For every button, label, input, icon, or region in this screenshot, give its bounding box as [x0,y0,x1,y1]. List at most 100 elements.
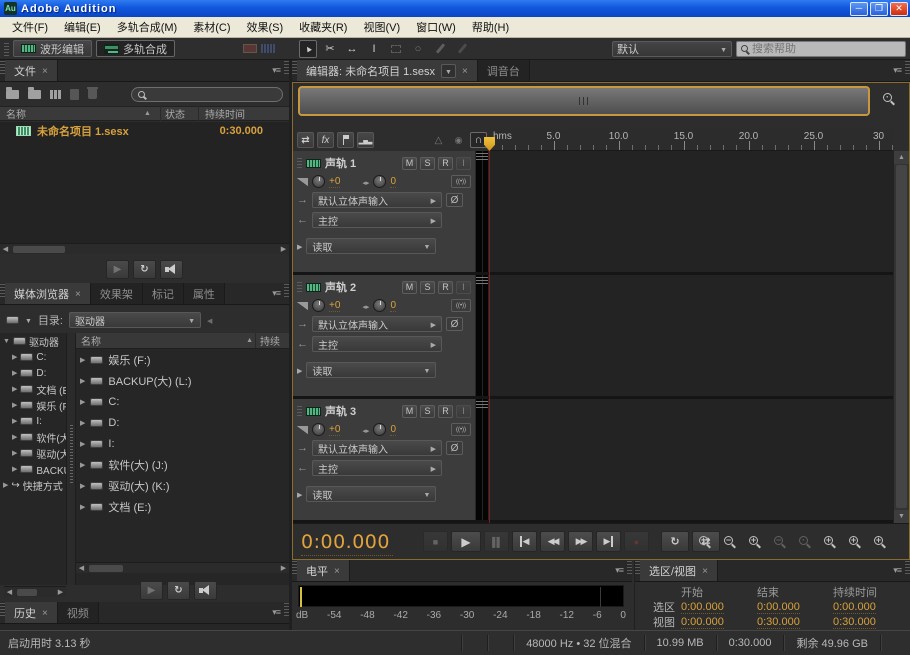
tree-drive-item[interactable]: ▶ 娱乐 (F:) [0,397,66,413]
eq-button[interactable] [357,132,374,148]
panel-menu-icon[interactable] [611,565,627,576]
auto-play-button[interactable] [160,260,183,279]
menu-item[interactable]: 多轨合成(M) [109,17,186,37]
panel-grip[interactable] [905,60,910,74]
maximize-button[interactable]: ❐ [870,2,888,16]
loop-preview-button[interactable] [133,260,156,279]
close-icon[interactable] [42,65,48,77]
effects-button[interactable]: fx [317,132,334,148]
mute-button[interactable]: M [402,405,417,418]
scroll-thumb[interactable] [89,565,123,572]
io-toggle-button[interactable] [297,132,314,148]
automation-mode-dropdown[interactable]: 读取 [306,362,436,378]
expander-icon[interactable]: ▶ [80,461,85,469]
tab-markers[interactable]: 标记 [143,283,184,304]
metronome-icon[interactable] [430,132,447,148]
output-dropdown[interactable]: 主控 [312,336,442,352]
tab-video[interactable]: 视频 [58,602,99,623]
input-monitor-button[interactable]: I [456,281,471,294]
tab-media-browser[interactable]: 媒体浏览器 [5,283,91,304]
record-arm-button[interactable]: R [438,281,453,294]
mute-button[interactable]: M [402,281,417,294]
scroll-right-icon[interactable]: ▶ [278,564,289,572]
zoom-out-selection-button[interactable] [772,534,788,550]
media-list-header[interactable]: 名称 ▲ 持续 [76,333,289,349]
expander-icon[interactable]: ▶ [12,385,17,393]
editor-dropdown-icon[interactable] [441,64,456,78]
input-dropdown[interactable]: 默认立体声输入 [312,440,442,456]
tab-editor[interactable]: 编辑器: 未命名项目 1.sesx [297,60,478,81]
expander-icon[interactable]: ▶ [80,398,85,406]
spectral-display-icon[interactable] [243,44,257,53]
workspace-dropdown[interactable]: 默认 [612,41,732,57]
files-h-scrollbar[interactable]: ◀ ▶ [0,243,289,254]
tree-drive-item[interactable]: ▶ 软件(大) (J:) [0,429,66,445]
panel-grip[interactable] [627,560,632,574]
track-name[interactable]: 声轨 3 [325,403,356,419]
column-duration[interactable]: 持续 [255,333,289,348]
waveform-edit-button[interactable]: 波形编辑 [13,40,92,57]
track-name[interactable]: 声轨 2 [325,279,356,295]
input-monitor-button[interactable]: I [456,405,471,418]
duration-value[interactable]: 0:00.000 [833,601,876,614]
expander-icon[interactable]: ▶ [3,481,8,489]
zoom-out-button[interactable] [722,534,738,550]
waveform-display-icon[interactable] [261,44,275,53]
file-row[interactable]: 未命名项目 1.sesx 0:30.000 [0,122,289,139]
files-search-box[interactable] [131,87,283,102]
fast-forward-button[interactable] [568,531,593,552]
heal-tool[interactable] [453,40,471,58]
drive-view-icon[interactable] [6,316,19,324]
drive-row[interactable]: ▶ 软件(大) (J:) [76,454,289,475]
skip-to-start-button[interactable] [512,531,537,552]
scroll-right-icon[interactable]: ▶ [55,588,66,596]
volume-value[interactable]: +0 [329,176,340,188]
editor-v-scrollbar[interactable]: ▲ ▼ [893,151,909,523]
expander-icon[interactable]: ▶ [12,465,17,473]
tree-shortcuts[interactable]: ▶ ↪ 快捷方式 [0,477,66,493]
tree-drive-item[interactable]: ▶ D: [0,365,66,381]
phase-button[interactable] [446,441,463,455]
lasso-tool[interactable]: ○ [409,40,427,58]
files-list-header[interactable]: 名称 ▲ 状态 持续时间 [0,106,289,121]
timeline-ruler[interactable]: hms 5.010.015.020.025.030 [489,129,893,151]
record-standby-icon[interactable] [450,132,467,148]
drive-row[interactable]: ▶ I: [76,433,289,454]
scroll-left-icon[interactable]: ◀ [0,245,11,253]
drive-row[interactable]: ▶ 文档 (E:) [76,496,289,517]
close-button[interactable]: ✕ [890,2,908,16]
play-button[interactable] [451,531,481,552]
track-lane[interactable] [489,275,893,396]
close-icon[interactable] [42,607,48,619]
close-icon[interactable] [702,565,708,577]
razor-tool[interactable]: ✂ [321,40,339,58]
drive-row[interactable]: ▶ D: [76,412,289,433]
scroll-left-icon[interactable]: ◀ [76,564,87,572]
panel-grip[interactable] [905,560,910,574]
track-grip[interactable] [297,282,302,292]
tab-effects-rack[interactable]: 效果架 [91,283,143,304]
menu-item[interactable]: 收藏夹(R) [291,17,355,37]
tree-drive-item[interactable]: ▶ I: [0,413,66,429]
column-status[interactable]: 状态 [160,106,198,121]
expander-icon[interactable]: ▶ [80,377,85,385]
expander-icon[interactable]: ▶ [12,353,17,361]
input-dropdown[interactable]: 默认立体声输入 [312,192,442,208]
close-icon[interactable] [75,288,81,300]
expander-icon[interactable]: ▶ [80,419,85,427]
pan-knob[interactable] [373,299,386,312]
minimize-button[interactable]: ─ [850,2,868,16]
tree-list-splitter[interactable] [66,333,76,585]
expander-icon[interactable] [297,488,302,500]
pan-value[interactable]: 0 [390,424,396,436]
column-name[interactable]: 名称 [76,333,246,348]
pause-button[interactable] [484,531,509,552]
brush-tool[interactable] [431,40,449,58]
volume-knob[interactable] [312,423,325,436]
close-icon[interactable] [334,565,340,577]
zoom-in-right-button[interactable] [847,534,863,550]
tree-drive-item[interactable]: ▶ C: [0,349,66,365]
scroll-right-icon[interactable]: ▶ [278,245,289,253]
multitrack-button[interactable]: 多轨合成 [96,40,175,57]
back-icon[interactable] [207,315,212,326]
